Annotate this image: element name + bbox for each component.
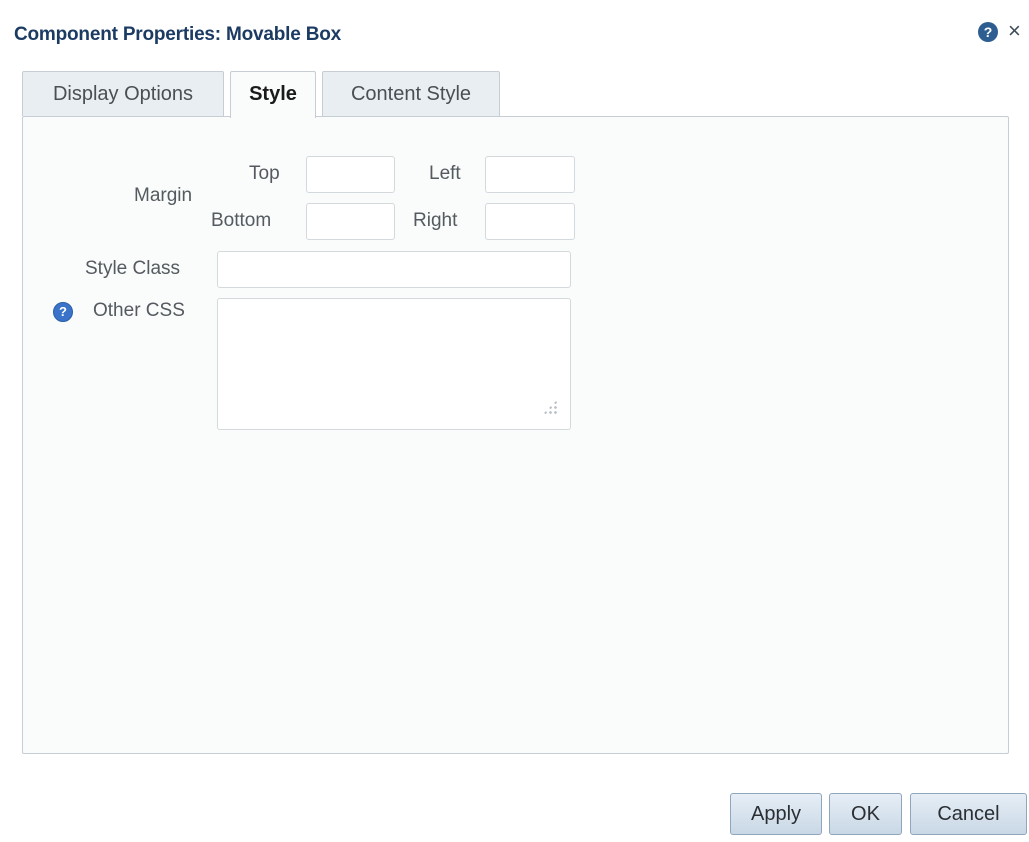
tab-content-style[interactable]: Content Style	[322, 71, 500, 116]
left-label: Left	[429, 163, 461, 184]
style-class-input[interactable]	[217, 251, 571, 288]
question-circle-icon[interactable]: ?	[53, 302, 73, 322]
style-panel: Margin Top Left Bottom Right Style Class…	[22, 116, 1009, 754]
margin-label: Margin	[134, 185, 193, 206]
cancel-button[interactable]: Cancel	[910, 793, 1027, 835]
style-class-label: Style Class	[85, 258, 181, 279]
margin-bottom-input[interactable]	[306, 203, 395, 240]
apply-button[interactable]: Apply	[730, 793, 822, 835]
close-icon[interactable]: ×	[1008, 18, 1021, 44]
ok-button[interactable]: OK	[829, 793, 902, 835]
help-icon[interactable]: ?	[978, 22, 998, 42]
bottom-label: Bottom	[211, 210, 272, 231]
right-label: Right	[413, 210, 458, 231]
top-label: Top	[249, 163, 280, 184]
margin-left-input[interactable]	[485, 156, 575, 193]
other-css-textarea[interactable]	[217, 298, 571, 430]
tab-style[interactable]: Style	[230, 71, 316, 118]
margin-top-input[interactable]	[306, 156, 395, 193]
component-properties-dialog: Component Properties: Movable Box ? × Di…	[0, 0, 1029, 842]
other-css-label: Other CSS	[93, 300, 185, 321]
tab-display-options[interactable]: Display Options	[22, 71, 224, 116]
margin-right-input[interactable]	[485, 203, 575, 240]
dialog-title: Component Properties: Movable Box	[14, 24, 341, 45]
